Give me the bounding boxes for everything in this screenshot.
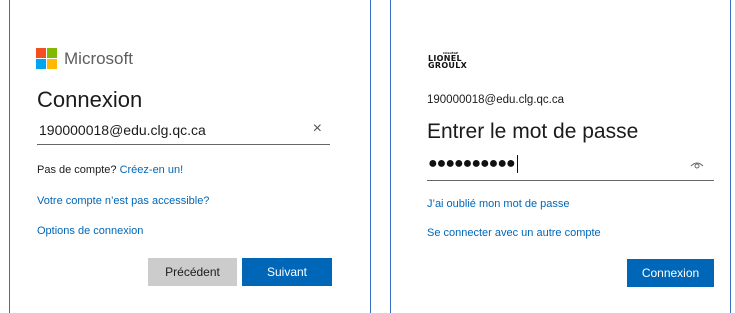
microsoft-signin-panel: Microsoft Connexion 190000018@edu.clg.qc… <box>9 0 371 313</box>
brand-name: Microsoft <box>64 48 133 68</box>
email-field[interactable]: 190000018@edu.clg.qc.ca × <box>37 117 330 145</box>
microsoft-logo-icon <box>36 48 57 69</box>
sign-in-options-link[interactable]: Options de connexion <box>37 225 143 237</box>
no-account-text: Pas de compte? <box>37 164 117 176</box>
account-not-accessible-link[interactable]: Votre compte n’est pas accessible? <box>37 195 209 207</box>
password-field[interactable]: ●●●●●●●●●● <box>427 153 714 181</box>
sign-in-button[interactable]: Connexion <box>627 259 714 287</box>
eye-icon[interactable] <box>690 160 704 170</box>
school-logo: COLLÈGE LIONEL GROULX <box>428 52 468 70</box>
school-logo-line2: GROULX <box>428 61 468 70</box>
forgot-password-link[interactable]: J’ai oublié mon mot de passe <box>427 198 569 210</box>
other-account-link[interactable]: Se connecter avec un autre compte <box>427 227 601 239</box>
next-button[interactable]: Suivant <box>242 258 332 286</box>
no-account-line: Pas de compte? Créez-en un! <box>37 164 183 176</box>
close-icon[interactable]: × <box>313 120 322 138</box>
password-value[interactable]: ●●●●●●●●●● <box>428 155 518 173</box>
password-title: Entrer le mot de passe <box>427 120 639 143</box>
create-account-link[interactable]: Créez-en un! <box>120 164 184 176</box>
page-title: Connexion <box>37 87 143 112</box>
back-button[interactable]: Précédent <box>148 258 237 286</box>
user-email: 190000018@edu.clg.qc.ca <box>427 94 565 106</box>
password-panel: COLLÈGE LIONEL GROULX 190000018@edu.clg.… <box>390 0 731 313</box>
email-value[interactable]: 190000018@edu.clg.qc.ca <box>39 122 206 138</box>
microsoft-logo: Microsoft <box>36 48 133 69</box>
